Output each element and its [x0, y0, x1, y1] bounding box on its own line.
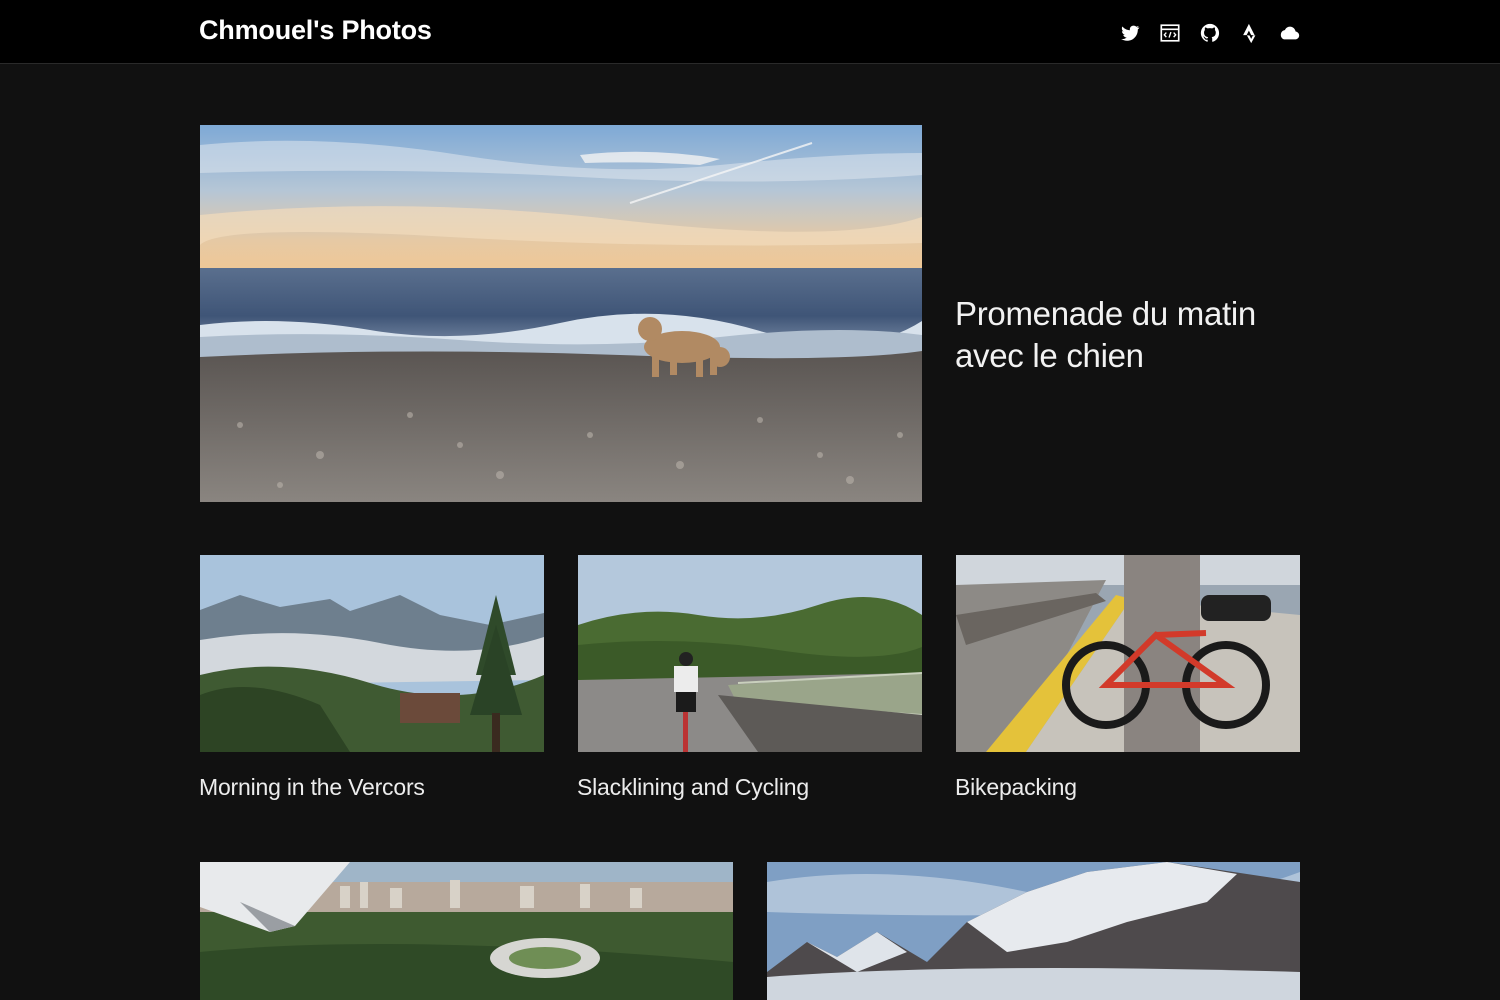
- blog-link[interactable]: [1159, 22, 1181, 44]
- post-photo-snow-mountains[interactable]: [767, 862, 1300, 1000]
- strava-icon: [1243, 23, 1256, 44]
- beach-dog-image: [200, 125, 922, 502]
- featured-title[interactable]: Promenade du matin avec le chien: [955, 293, 1300, 377]
- cyclist-road-image: [578, 555, 922, 752]
- site-header: Chmouel's Photos: [0, 0, 1500, 64]
- aerial-city-image: [200, 862, 733, 1000]
- github-link[interactable]: [1199, 22, 1221, 44]
- post-photo-bikepacking[interactable]: [956, 555, 1300, 752]
- bike-station-image: [956, 555, 1300, 752]
- post-caption-bikepacking[interactable]: Bikepacking: [955, 774, 1077, 801]
- social-links: [1119, 22, 1301, 44]
- featured-photo[interactable]: [200, 125, 922, 502]
- blog-code-icon: [1160, 24, 1180, 42]
- mountain-fog-image: [200, 555, 544, 752]
- snow-mountain-image: [767, 862, 1300, 1000]
- twitter-link[interactable]: [1119, 22, 1141, 44]
- site-title-link[interactable]: Chmouel's Photos: [199, 15, 432, 46]
- cloud-link[interactable]: [1279, 22, 1301, 44]
- post-photo-aerial-stadium[interactable]: [200, 862, 733, 1000]
- post-caption-vercors[interactable]: Morning in the Vercors: [199, 774, 425, 801]
- cloud-icon: [1280, 26, 1300, 40]
- post-photo-slacklining[interactable]: [578, 555, 922, 752]
- github-icon: [1200, 23, 1220, 42]
- post-photo-vercors[interactable]: [200, 555, 544, 752]
- strava-link[interactable]: [1239, 22, 1261, 44]
- post-caption-slacklining[interactable]: Slacklining and Cycling: [577, 774, 809, 801]
- twitter-icon: [1121, 25, 1140, 41]
